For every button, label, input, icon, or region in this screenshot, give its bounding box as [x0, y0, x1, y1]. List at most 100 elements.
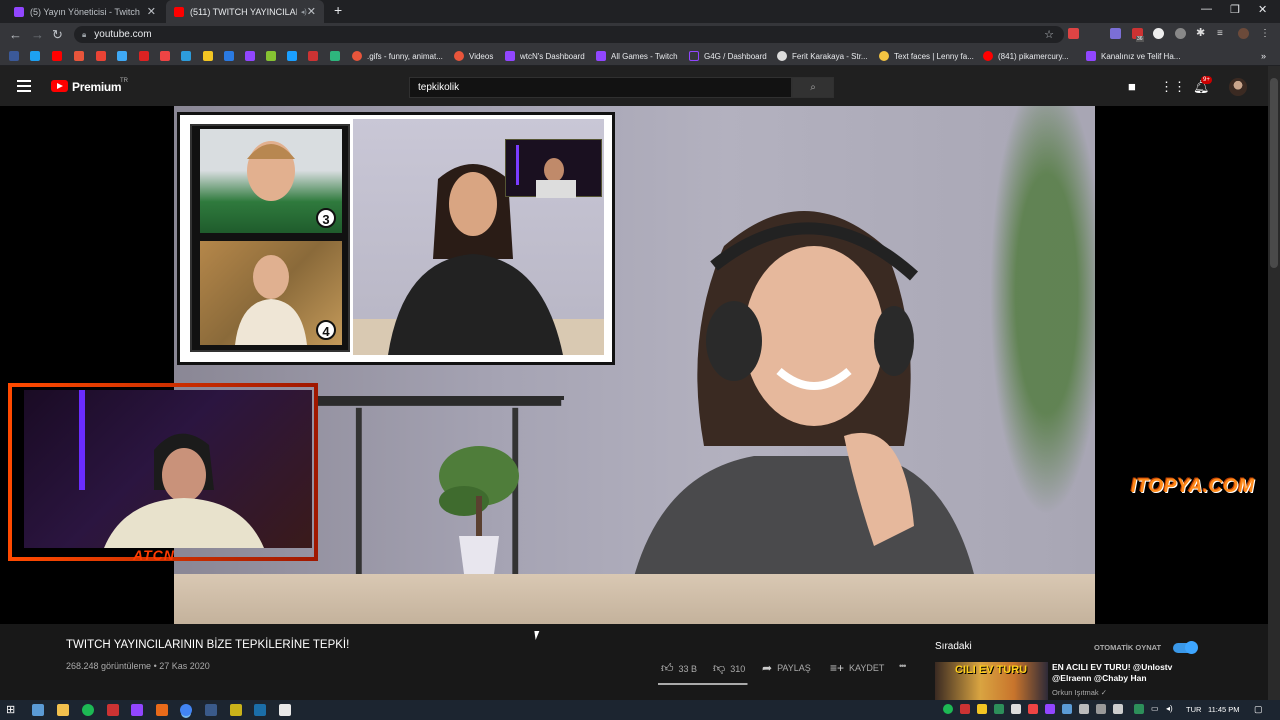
close-window-button[interactable]: ✕: [1258, 3, 1267, 16]
input-language[interactable]: TUR: [1186, 705, 1201, 714]
close-tab-icon[interactable]: ✕: [307, 5, 316, 18]
forward-arrow-icon[interactable]: →: [31, 27, 44, 42]
tray-icon[interactable]: [960, 704, 970, 714]
reading-list-icon[interactable]: ≡: [1217, 28, 1228, 39]
search-icon: ⌕: [810, 82, 816, 93]
tray-icon[interactable]: [977, 704, 987, 714]
bookmark-kanaliniz[interactable]: Kanalınız ve Telif Ha...: [1086, 50, 1180, 62]
bookmark-icon[interactable]: [330, 51, 340, 61]
tray-icon[interactable]: [1028, 704, 1038, 714]
reddit-icon[interactable]: [74, 51, 84, 61]
download-icon[interactable]: [156, 704, 168, 716]
browser-tab-youtube[interactable]: (511) TWITCH YAYINCILARIN ◂) ✕: [166, 0, 324, 23]
twitch-icon[interactable]: [131, 704, 143, 716]
notepad-icon[interactable]: [279, 704, 291, 716]
maximize-button[interactable]: ❐: [1230, 3, 1240, 16]
bookmark-all-games[interactable]: All Games - Twitch: [596, 50, 678, 62]
tray-icon[interactable]: [1011, 704, 1021, 714]
bookmark-text-faces[interactable]: Text faces | Lenny fa...: [879, 50, 974, 62]
next-video-title[interactable]: EN ACILI EV TURU! @Unlostv @Elraenn @Cha…: [1052, 662, 1192, 684]
youtube-icon[interactable]: [52, 51, 62, 61]
app-icon[interactable]: [230, 704, 242, 716]
bookmark-icon[interactable]: [308, 51, 318, 61]
dislike-button[interactable]: 👎︎ 310: [713, 661, 745, 676]
bookmark-icon[interactable]: [160, 51, 170, 61]
save-button[interactable]: ≡+ KAYDET: [830, 661, 884, 675]
apps-grid-icon[interactable]: ⋮⋮: [1160, 79, 1186, 95]
chrome-icon[interactable]: [180, 704, 192, 716]
like-ratio-fill: [658, 683, 748, 685]
share-label: PAYLAŞ: [777, 663, 811, 673]
extension-icon[interactable]: [1068, 28, 1079, 39]
close-tab-icon[interactable]: ✕: [147, 5, 156, 18]
profile-avatar-icon[interactable]: [1238, 28, 1249, 39]
bookmark-wtcn-dashboard[interactable]: wtcN's Dashboard: [505, 50, 585, 62]
tray-icon[interactable]: [1134, 704, 1144, 714]
more-actions-button[interactable]: •••: [899, 661, 907, 671]
next-video-thumbnail[interactable]: CILI EV TURU: [935, 662, 1048, 700]
bookmarks-overflow-icon[interactable]: »: [1261, 50, 1266, 62]
youtube-favicon-icon: [174, 6, 184, 17]
bookmark-icon[interactable]: [181, 51, 191, 61]
bookmark-videos[interactable]: Videos: [454, 50, 493, 62]
bookmark-star-icon[interactable]: ☆: [1044, 28, 1054, 41]
bookmark-g4g-dashboard[interactable]: G4G / Dashboard: [689, 50, 767, 62]
scrollbar-thumb[interactable]: [1270, 78, 1278, 268]
windows-start-icon[interactable]: ⊞: [6, 704, 18, 716]
new-tab-button[interactable]: +: [334, 2, 342, 18]
search-button[interactable]: ⌕: [792, 77, 834, 98]
tray-icon[interactable]: [1045, 704, 1055, 714]
bookmark-gifs[interactable]: .gifs - funny, animat...: [352, 50, 443, 62]
browser-menu-icon[interactable]: ⋮: [1260, 28, 1271, 39]
bookmark-icon[interactable]: [139, 51, 149, 61]
bookmark-icon[interactable]: [266, 51, 276, 61]
youtube-premium-brand[interactable]: Premium: [72, 80, 122, 94]
avatar[interactable]: [1229, 78, 1247, 96]
app-icon[interactable]: [205, 704, 217, 716]
task-view-icon[interactable]: [32, 704, 44, 716]
share-button[interactable]: ➦ PAYLAŞ: [762, 661, 811, 675]
tray-icon[interactable]: [1062, 704, 1072, 714]
tray-icon[interactable]: [994, 704, 1004, 714]
bookmark-icon[interactable]: [245, 51, 255, 61]
app-icon[interactable]: [107, 704, 119, 716]
next-video-channel[interactable]: Orkun Işıtmak ✓: [1052, 688, 1107, 697]
back-arrow-icon[interactable]: ←: [9, 27, 22, 42]
youtube-logo-icon[interactable]: [51, 80, 68, 92]
puzzle-extensions-icon[interactable]: ✱: [1196, 28, 1207, 39]
spotify-tray-icon[interactable]: [943, 704, 953, 714]
autoplay-toggle-knob[interactable]: [1185, 641, 1198, 654]
reload-icon[interactable]: ↻: [52, 27, 63, 43]
like-button[interactable]: 👍︎ 33 B: [661, 661, 697, 676]
extension-icon[interactable]: [1110, 28, 1121, 39]
file-explorer-icon[interactable]: [57, 704, 69, 716]
search-input[interactable]: tepkikolik: [409, 77, 792, 98]
extension-icon[interactable]: [1153, 28, 1164, 39]
streamer-number-3: 3: [316, 208, 336, 228]
volume-icon[interactable]: ◂): [1166, 704, 1176, 716]
bookmark-ferit-karakaya[interactable]: Ferit Karakaya - Str...: [777, 50, 868, 62]
extension-icon[interactable]: [1175, 28, 1186, 39]
clock-time[interactable]: 11:45 PM: [1208, 705, 1240, 714]
twitter-icon[interactable]: [30, 51, 40, 61]
tray-icon[interactable]: [1096, 704, 1106, 714]
hamburger-menu-icon[interactable]: [17, 80, 31, 92]
minimize-button[interactable]: —: [1201, 3, 1212, 15]
bookmark-icon[interactable]: [203, 51, 213, 61]
tray-icon[interactable]: [1113, 704, 1123, 714]
gmail-icon[interactable]: [96, 51, 106, 61]
browser-tab-twitch[interactable]: (5) Yayın Yöneticisi - Twitch ✕: [6, 0, 164, 23]
address-bar[interactable]: 🔒︎ youtube.com ☆: [74, 26, 1064, 43]
bookmark-pikamercury[interactable]: (841) pikamercury...: [983, 50, 1069, 62]
create-video-icon[interactable]: ■: [1128, 79, 1136, 94]
tray-icon[interactable]: [1079, 704, 1089, 714]
steam-icon[interactable]: [287, 51, 297, 61]
action-center-icon[interactable]: ▢: [1254, 704, 1266, 716]
bookmark-label: .gifs - funny, animat...: [367, 51, 443, 61]
facebook-icon[interactable]: [9, 51, 19, 61]
steam-icon[interactable]: [254, 704, 266, 716]
spotify-icon[interactable]: [82, 704, 94, 716]
bookmark-icon[interactable]: [117, 51, 127, 61]
network-icon[interactable]: ▭: [1151, 704, 1161, 716]
bookmark-icon[interactable]: [224, 51, 234, 61]
